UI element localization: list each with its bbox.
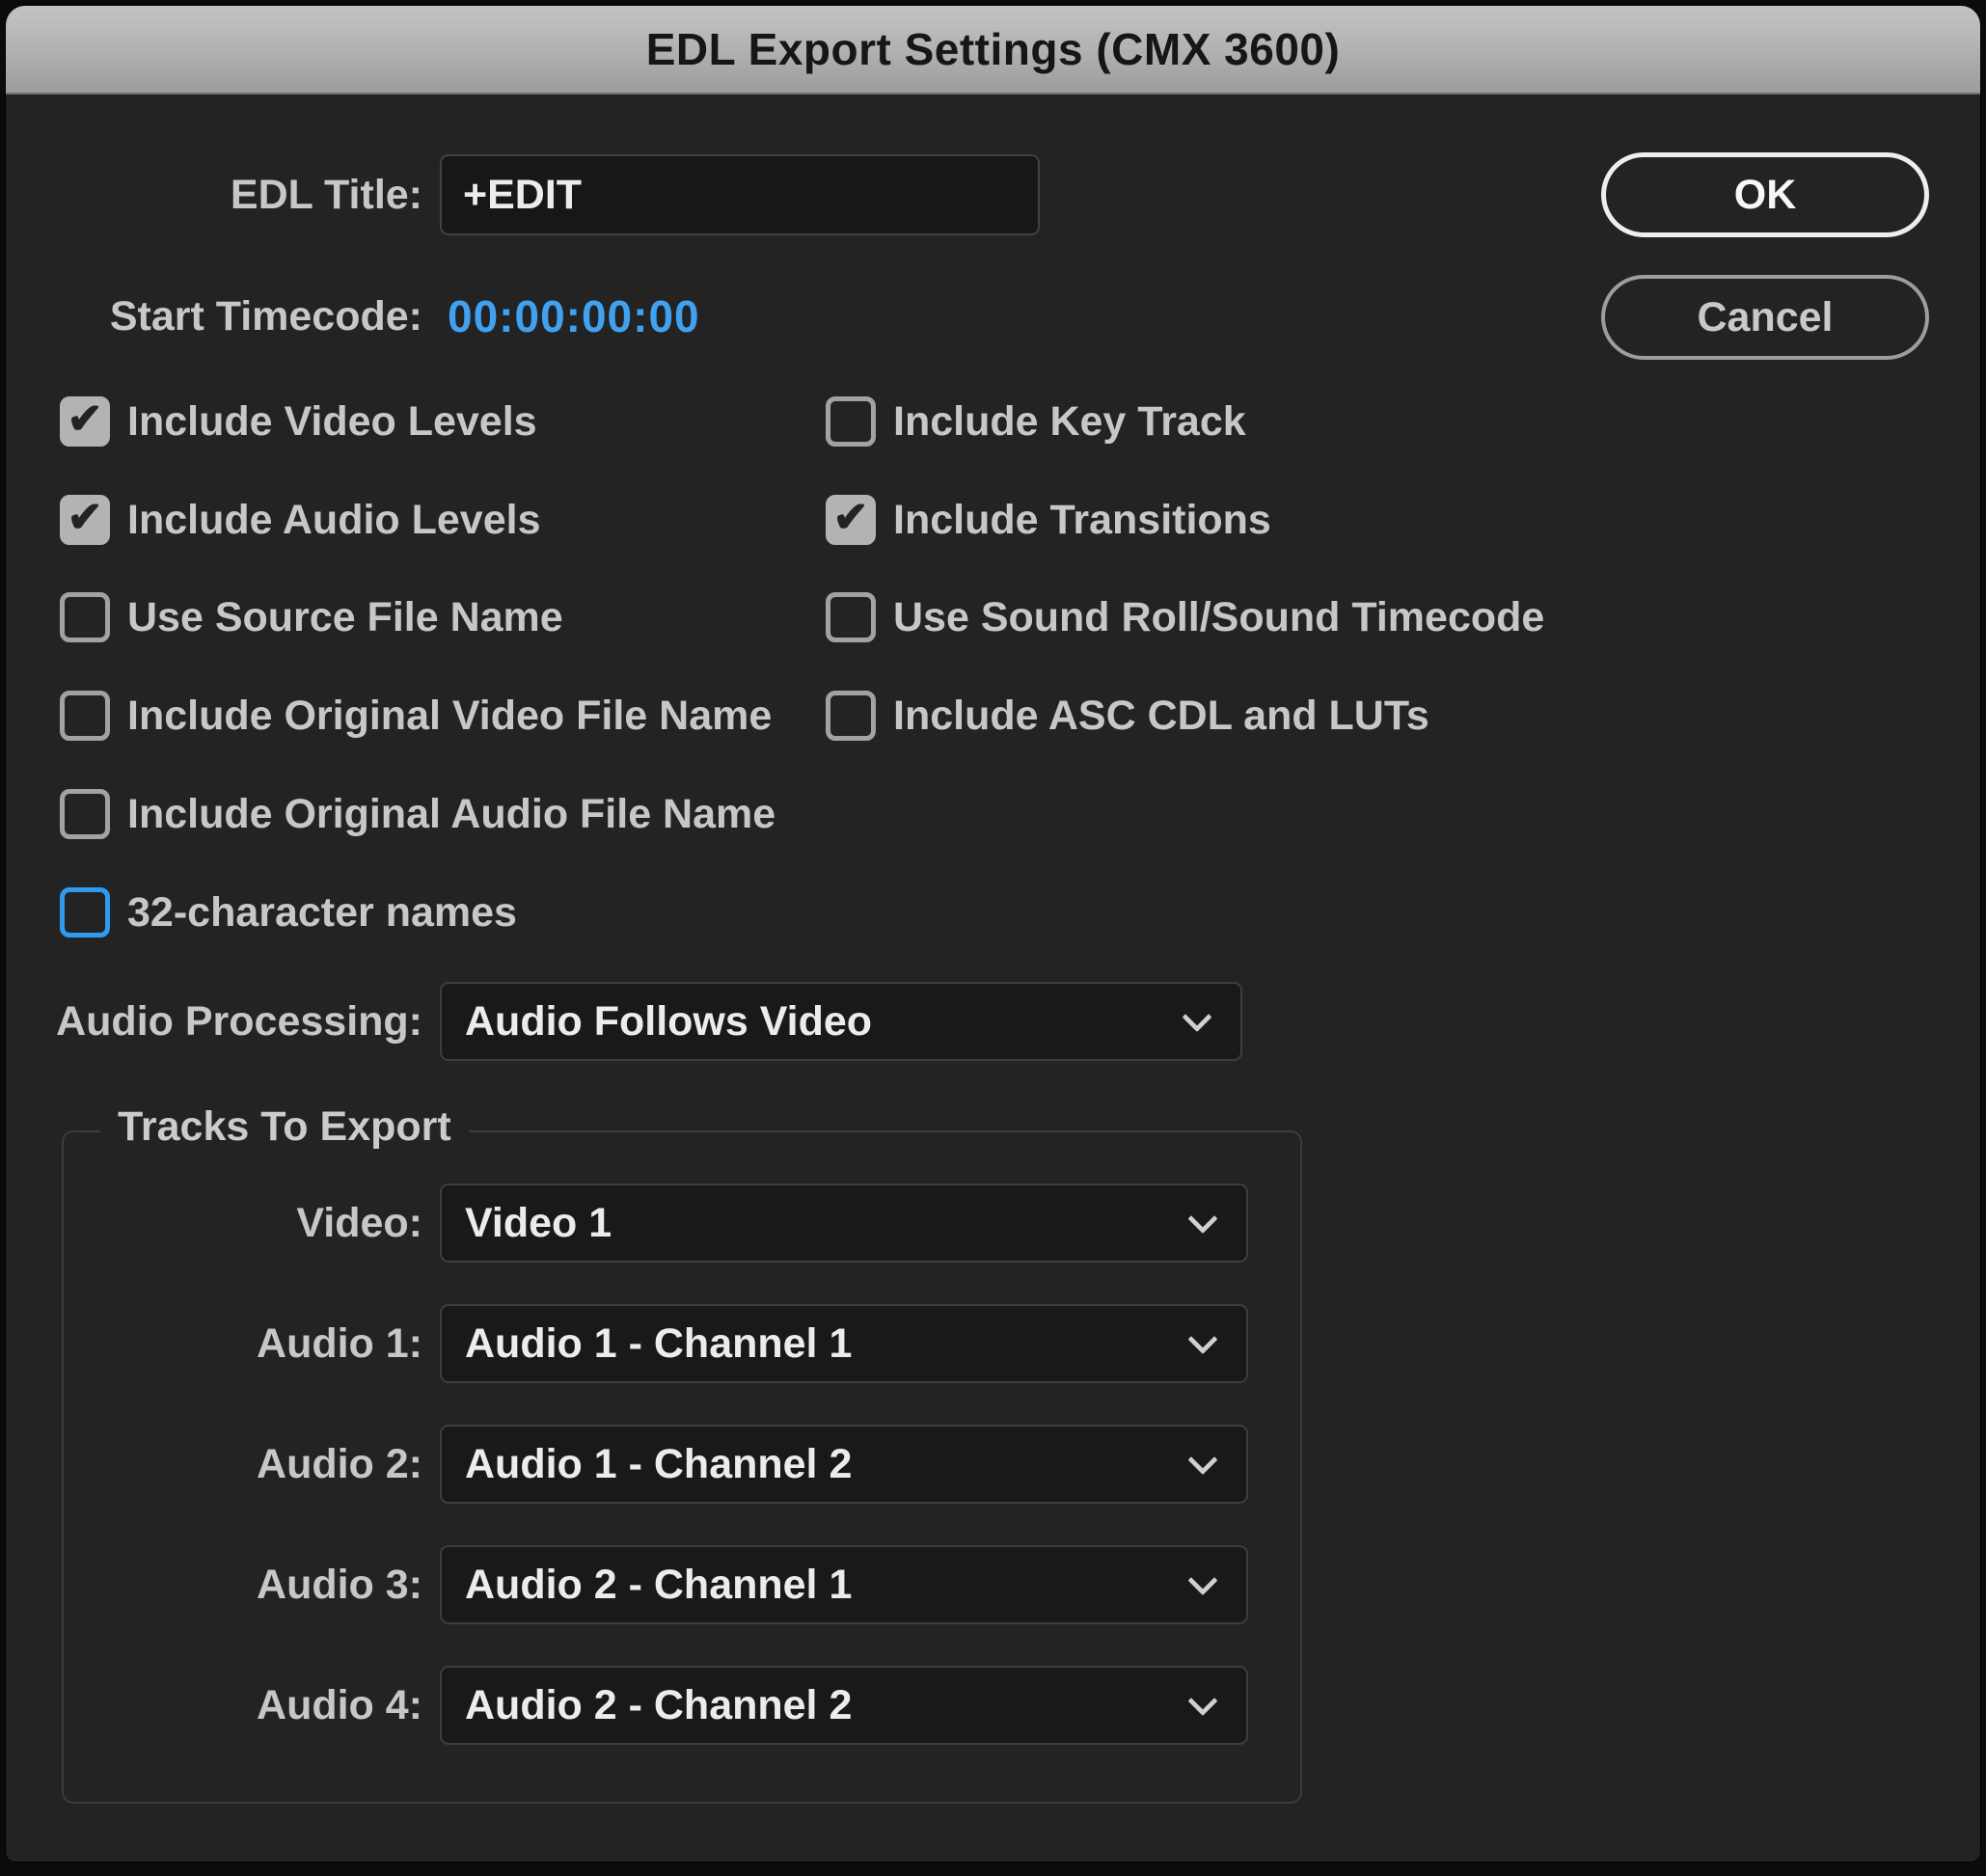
check-icon: ✔ [68,497,103,539]
checkbox-box-icon[interactable]: ✔ [826,495,876,545]
checkbox-label: Use Source File Name [127,594,563,641]
audio-processing-label: Audio Processing: [6,998,422,1046]
checkbox-label: Include Original Video File Name [127,693,772,740]
edl-title-input[interactable] [440,154,1040,235]
cancel-button-label: Cancel [1697,294,1833,341]
chevron-down-icon [1182,1002,1211,1032]
audio4-track-value: Audio 2 - Channel 2 [442,1682,852,1729]
checkbox-label: Include Transitions [893,497,1271,544]
checkbox-box-icon[interactable]: ✔ [60,592,110,642]
cancel-button[interactable]: Cancel [1601,275,1929,360]
audio3-track-label: Audio 3: [6,1562,422,1609]
checkbox-label: Include Original Audio File Name [127,791,775,838]
ok-button-label: OK [1734,172,1797,219]
checkbox-include-transitions[interactable]: ✔ Include Transitions [826,490,1271,550]
chevron-down-icon [1187,1445,1217,1475]
audio3-track-value: Audio 2 - Channel 1 [442,1562,852,1609]
tracks-to-export-legend: Tracks To Export [100,1103,469,1151]
checkbox-include-asc-cdl-and-luts[interactable]: ✔ Include ASC CDL and LUTs [826,686,1429,746]
checkbox-32-character-names[interactable]: ✔ 32-character names [60,883,517,942]
dialog-title: EDL Export Settings (CMX 3600) [646,23,1341,75]
audio2-track-select[interactable]: Audio 1 - Channel 2 [440,1425,1248,1504]
chevron-down-icon [1187,1324,1217,1354]
audio-processing-value: Audio Follows Video [442,998,872,1046]
checkbox-label: 32-character names [127,889,517,937]
dialog-titlebar[interactable]: EDL Export Settings (CMX 3600) [6,6,1980,95]
audio3-track-select[interactable]: Audio 2 - Channel 1 [440,1545,1248,1624]
audio4-track-label: Audio 4: [6,1682,422,1729]
audio4-track-row: Audio 4: Audio 2 - Channel 2 [6,1665,1248,1746]
video-track-value: Video 1 [442,1200,612,1247]
audio3-track-row: Audio 3: Audio 2 - Channel 1 [6,1544,1248,1625]
audio2-track-value: Audio 1 - Channel 2 [442,1441,852,1488]
check-icon: ✔ [833,497,869,539]
checkbox-box-icon[interactable]: ✔ [60,691,110,741]
checkbox-use-source-file-name[interactable]: ✔ Use Source File Name [60,587,563,647]
video-track-label: Video: [6,1200,422,1247]
checkbox-label: Include ASC CDL and LUTs [893,693,1429,740]
video-track-row: Video: Video 1 [6,1183,1248,1264]
checkbox-label: Include Video Levels [127,398,537,446]
checkbox-include-original-audio-file-name[interactable]: ✔ Include Original Audio File Name [60,784,775,844]
checkbox-box-icon[interactable]: ✔ [60,789,110,839]
chevron-down-icon [1187,1686,1217,1716]
edl-title-label: EDL Title: [6,172,422,219]
checkbox-box-icon[interactable]: ✔ [60,495,110,545]
checkbox-box-icon[interactable]: ✔ [826,592,876,642]
start-timecode-value[interactable]: 00:00:00:00 [448,290,700,342]
checkbox-include-key-track[interactable]: ✔ Include Key Track [826,392,1246,451]
audio1-track-select[interactable]: Audio 1 - Channel 1 [440,1304,1248,1383]
checkbox-label: Include Audio Levels [127,497,541,544]
check-icon: ✔ [68,398,103,441]
audio1-track-value: Audio 1 - Channel 1 [442,1320,852,1368]
edl-export-settings-dialog: EDL Export Settings (CMX 3600) EDL Title… [6,6,1980,1862]
start-timecode-row: Start Timecode: 00:00:00:00 [6,288,700,344]
checkbox-include-video-levels[interactable]: ✔ Include Video Levels [60,392,537,451]
audio1-track-label: Audio 1: [6,1320,422,1368]
audio2-track-label: Audio 2: [6,1441,422,1488]
checkbox-box-icon[interactable]: ✔ [60,887,110,938]
checkbox-label: Use Sound Roll/Sound Timecode [893,594,1544,641]
chevron-down-icon [1187,1565,1217,1595]
checkbox-include-audio-levels[interactable]: ✔ Include Audio Levels [60,490,541,550]
checkbox-label: Include Key Track [893,398,1246,446]
checkbox-box-icon[interactable]: ✔ [826,396,876,447]
audio2-track-row: Audio 2: Audio 1 - Channel 2 [6,1424,1248,1505]
checkbox-box-icon[interactable]: ✔ [60,396,110,447]
ok-button[interactable]: OK [1601,152,1929,237]
edl-title-row: EDL Title: [6,153,1040,236]
audio4-track-select[interactable]: Audio 2 - Channel 2 [440,1666,1248,1745]
chevron-down-icon [1187,1204,1217,1234]
checkbox-include-original-video-file-name[interactable]: ✔ Include Original Video File Name [60,686,772,746]
start-timecode-label: Start Timecode: [6,293,422,340]
checkbox-use-sound-roll-sound-timecode[interactable]: ✔ Use Sound Roll/Sound Timecode [826,587,1544,647]
audio1-track-row: Audio 1: Audio 1 - Channel 1 [6,1303,1248,1384]
checkbox-box-icon[interactable]: ✔ [826,691,876,741]
video-track-select[interactable]: Video 1 [440,1183,1248,1263]
audio-processing-row: Audio Processing: Audio Follows Video [6,980,1242,1063]
audio-processing-select[interactable]: Audio Follows Video [440,982,1242,1061]
